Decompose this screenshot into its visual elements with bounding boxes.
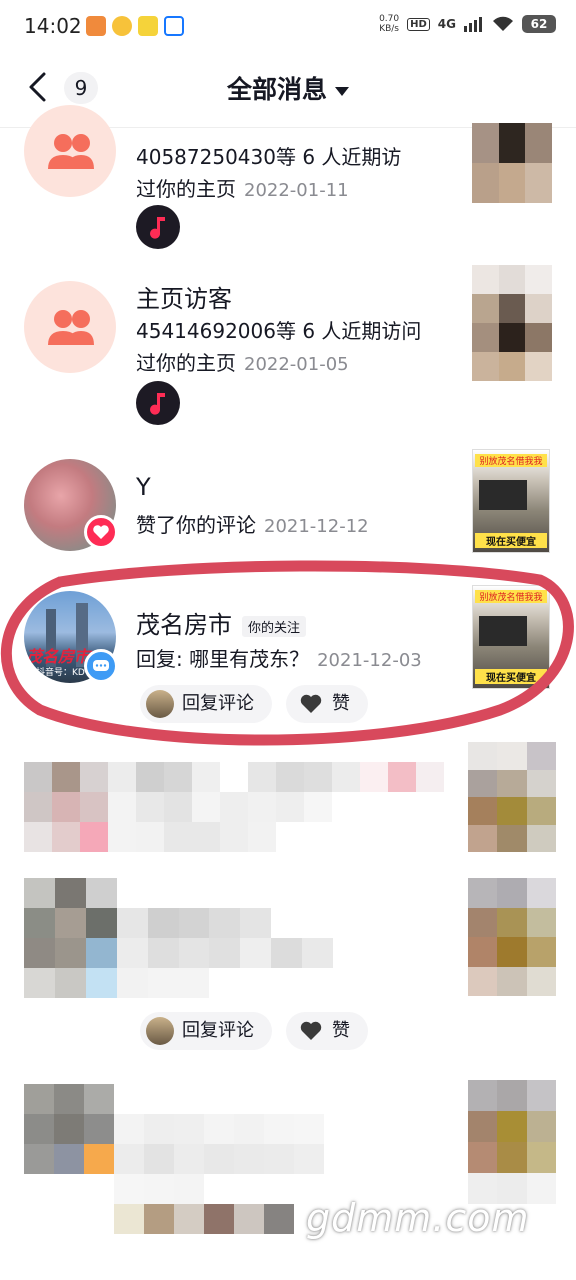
avatar-text: 抖音号：KD [36,668,85,678]
timestamp: 2022-01-05 [244,354,349,375]
status-bar: 14:02 0.70 KB/s HD 4G 62 [0,0,576,56]
video-thumbnail[interactable]: 别放茂名借我我 现在买便宜 [472,585,550,689]
net-speed-value: 0.70 [379,14,400,24]
message-preview: 45414692006等 6 人近期访问 过你的主页 2022-01-05 [136,315,456,381]
preview-line: 过你的主页 [136,177,236,201]
caret-down-icon [335,86,349,96]
sender-name-text: 茂名房市 [136,611,232,639]
following-tag: 你的关注 [242,615,307,637]
blurred-content [24,878,364,998]
like-button[interactable]: 赞 [286,685,368,723]
blurred-thumbnail [468,742,556,852]
user-mini-avatar [146,1017,174,1045]
alipay-icon [164,16,184,36]
thumbnail-graphic [479,616,527,646]
message-preview: 回复: 哪里有茂东？ 2021-12-03 [136,643,422,677]
app-notification-icon [86,16,106,36]
system-status-icons: 0.70 KB/s HD 4G 62 [379,14,556,34]
message-preview: 赞了你的评论 2021-12-12 [136,509,369,543]
visitor-avatar [24,105,116,197]
blurred-thumbnail [468,1080,556,1204]
douyin-logo-icon [136,205,180,249]
message-filter-dropdown[interactable]: 全部消息 [0,70,576,106]
thumbnail-caption: 别放茂名借我我 [475,590,547,603]
like-badge [84,515,118,549]
notification-icons [86,16,184,36]
heart-icon [300,1021,322,1040]
blurred-content [24,762,472,852]
list-item[interactable]: 茂名房市 抖音号：KD 茂名房市 你的关注 回复: 哪里有茂东？ 2021-12-0… [0,569,576,739]
blurred-thumbnail [472,265,552,381]
list-item[interactable] [0,1070,576,1280]
video-thumbnail[interactable]: 别放茂名借我我 现在买便宜 [472,449,550,553]
reply-comment-button[interactable]: 回复评论 [140,685,272,723]
thumbnail-graphic [479,480,527,510]
status-time: 14:02 [24,14,82,38]
thumbnail-caption: 现在买便宜 [475,533,547,548]
reply-comment-button[interactable]: 回复评论 [140,1012,272,1050]
preview-text: 赞了你的评论 [136,513,256,537]
like-label: 赞 [332,1020,350,1041]
avatar-text: 茂名房市 [26,647,91,666]
user-mini-avatar [146,690,174,718]
blurred-thumbnail [472,123,552,203]
preview-line: 过你的主页 [136,351,236,375]
list-item[interactable]: 主页访客 45414692006等 6 人近期访问 过你的主页 2022-01-0… [0,259,576,439]
list-item[interactable]: Y 赞了你的评论 2021-12-12 别放茂名借我我 现在买便宜 [0,439,576,569]
visitor-avatar [24,281,116,373]
hd-icon: HD [407,17,430,31]
sender-name: 主页访客 [136,285,232,313]
list-item[interactable]: 回复评论 赞 [0,866,576,1066]
watermark: gdmm.com [306,1196,530,1240]
comment-badge [84,649,118,683]
timestamp: 2021-12-03 [317,650,422,671]
app-notification-icon [138,16,158,36]
music-note-icon [150,217,165,239]
wifi-icon [493,16,513,31]
timestamp: 2021-12-12 [264,516,369,537]
music-note-icon [150,393,165,415]
sender-name: Y [136,473,151,501]
reply-label: 回复评论 [182,693,254,714]
reply-label: 回复评论 [182,1020,254,1041]
message-preview: 40587250430等 6 人近期访 过你的主页 2022-01-11 [136,141,456,207]
page-title: 全部消息 [226,75,327,104]
list-item[interactable]: 40587250430等 6 人近期访 过你的主页 2022-01-11 [0,105,576,259]
thumbnail-caption: 现在买便宜 [475,669,547,684]
battery-icon: 62 [522,15,556,33]
network-speed: 0.70 KB/s [379,14,399,34]
sender-name: 茂名房市 你的关注 [136,605,307,640]
douyin-logo-icon [136,381,180,425]
video-thumbnail[interactable] [472,123,552,203]
preview-line: 45414692006等 6 人近期访问 [136,319,422,343]
blurred-thumbnail [468,878,556,996]
signal-bars-icon [464,17,482,32]
like-button[interactable]: 赞 [286,1012,368,1050]
heart-icon [300,694,322,713]
list-item[interactable] [0,742,576,866]
heart-icon [93,525,109,539]
like-label: 赞 [332,693,350,714]
people-icon [48,310,94,345]
signal-icon: 4G [437,17,456,31]
video-thumbnail[interactable] [472,265,552,381]
app-notification-icon [112,16,132,36]
net-speed-unit: KB/s [379,24,399,34]
timestamp: 2022-01-11 [244,180,349,201]
preview-line: 40587250430等 6 人近期访 [136,145,402,169]
blurred-content [24,1084,354,1234]
people-icon [48,134,94,169]
thumbnail-caption: 别放茂名借我我 [475,454,547,467]
comment-icon [93,660,109,671]
preview-text: 回复: 哪里有茂东？ [136,647,310,671]
